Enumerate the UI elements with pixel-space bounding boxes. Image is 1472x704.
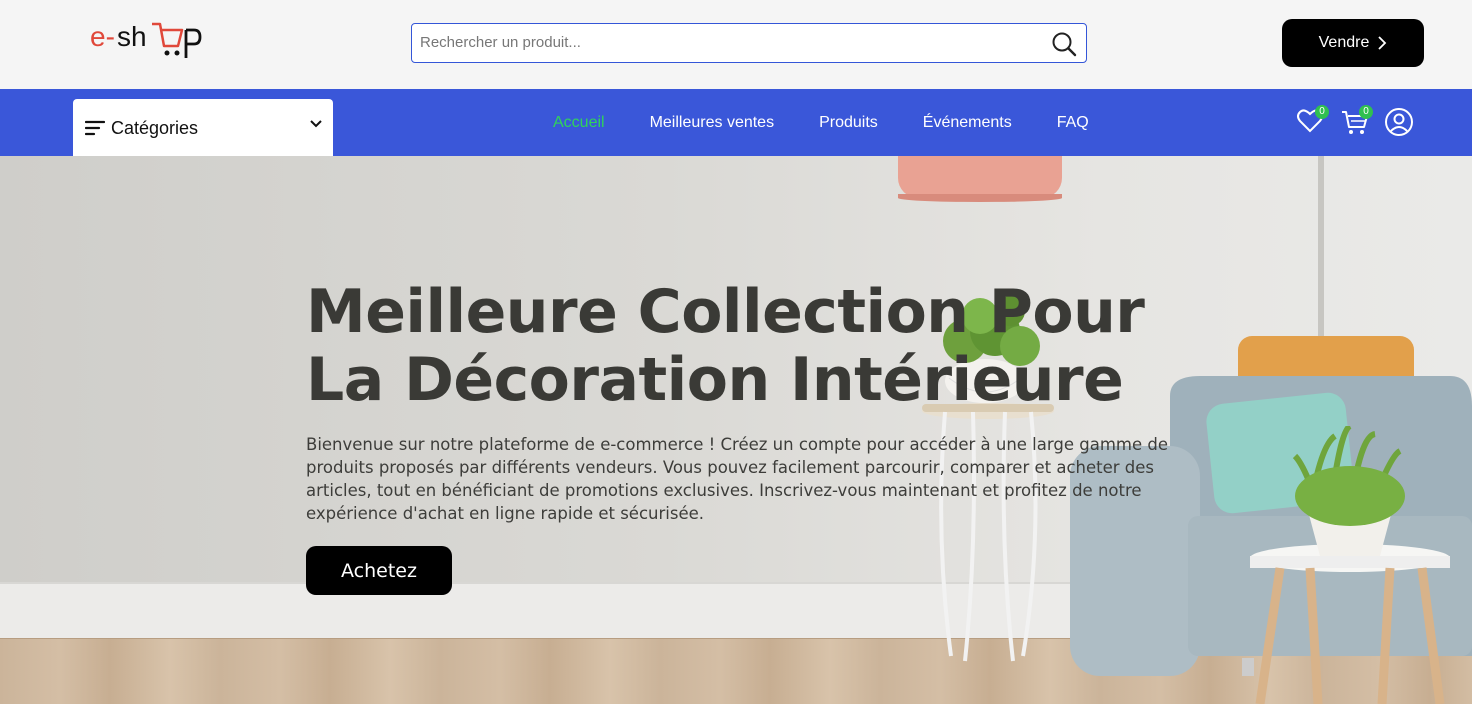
cart-count-badge: 0 <box>1359 105 1373 119</box>
main-nav: Catégories Accueil Meilleures ventes Pro… <box>0 89 1472 156</box>
stool-plant-image <box>1250 426 1450 704</box>
pendant-lamp-image <box>898 156 1062 198</box>
nav-icons: 0 0 <box>1296 105 1414 137</box>
shop-now-label: Achetez <box>341 559 417 582</box>
user-profile-icon <box>1385 108 1413 136</box>
pendant-lamp-rim <box>898 194 1062 202</box>
profile-button[interactable] <box>1384 107 1414 137</box>
chevron-down-icon <box>310 120 322 128</box>
nav-link-evenements[interactable]: Événements <box>923 114 1012 132</box>
categories-label: Catégories <box>111 118 199 138</box>
hero-title-line-1: Meilleure Collection Pour <box>306 277 1145 347</box>
search-input[interactable] <box>412 24 1032 61</box>
eshop-logo[interactable]: e- sh <box>90 16 202 62</box>
sell-button-label: Vendre <box>1318 34 1370 51</box>
hero-title-line-2: La Décoration Intérieure <box>306 345 1124 415</box>
nav-link-accueil[interactable]: Accueil <box>553 114 605 132</box>
sell-button[interactable]: Vendre <box>1282 19 1424 67</box>
search-bar <box>411 23 1087 63</box>
nav-link-faq[interactable]: FAQ <box>1057 114 1089 132</box>
shop-now-button[interactable]: Achetez <box>306 546 452 595</box>
categories-dropdown[interactable]: Catégories <box>73 99 333 156</box>
hero-description: Bienvenue sur notre plateforme de e-comm… <box>306 435 1168 523</box>
svg-text:sh: sh <box>117 21 147 52</box>
nav-links: Accueil Meilleures ventes Produits Événe… <box>553 89 1134 156</box>
search-icon[interactable] <box>1050 30 1078 58</box>
menu-sort-icon <box>85 120 105 135</box>
cart-button[interactable]: 0 <box>1340 105 1373 137</box>
hero-title: Meilleure Collection Pour La Décoration … <box>306 277 1145 415</box>
wishlist-count-badge: 0 <box>1315 105 1329 119</box>
wishlist-button[interactable]: 0 <box>1296 105 1329 137</box>
top-header: e- sh Vendre <box>0 0 1472 89</box>
nav-link-meilleures-ventes[interactable]: Meilleures ventes <box>650 114 775 132</box>
hero-banner: Meilleure Collection Pour La Décoration … <box>0 156 1472 704</box>
svg-text:e-: e- <box>90 21 115 52</box>
chevron-right-icon <box>1378 36 1387 50</box>
nav-link-produits[interactable]: Produits <box>819 114 878 132</box>
